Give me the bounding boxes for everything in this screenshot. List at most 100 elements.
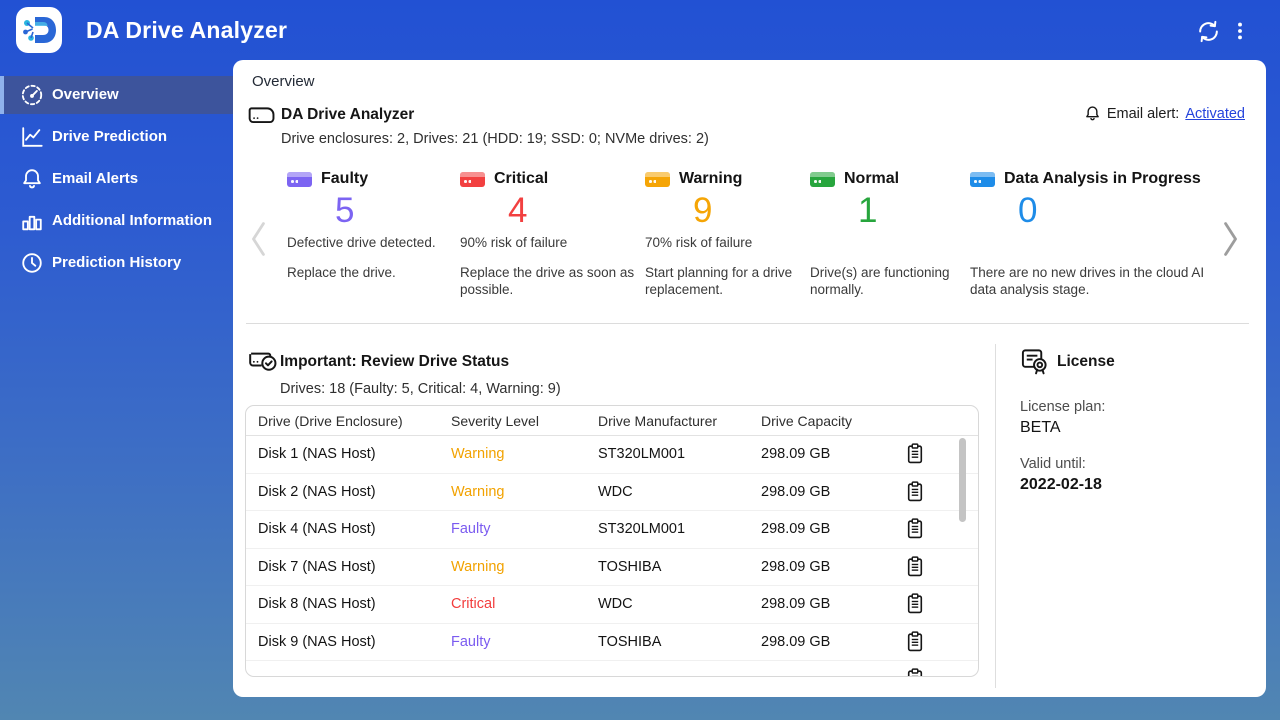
column-header-drive-capacity: Drive Capacity xyxy=(761,413,853,429)
bell-icon xyxy=(1084,105,1101,122)
table-row: Disk 2 (NAS Host) Warning WDC 298.09 GB xyxy=(246,474,978,511)
status-card-critical: Critical 4 90% risk of failure Replace the … xyxy=(460,168,645,328)
email-alert-label: Email alert: xyxy=(1106,105,1180,122)
refresh-button[interactable] xyxy=(1194,17,1222,45)
sidebar-item-overview[interactable]: Overview xyxy=(0,76,233,114)
table-row-partial xyxy=(246,661,978,676)
carousel-next-button[interactable] xyxy=(1219,218,1243,260)
status-card-warning: Warning 9 70% risk of failure Start plannin… xyxy=(645,168,810,328)
clipboard-details-button[interactable] xyxy=(906,443,926,465)
cell-capacity: 298.09 GB xyxy=(761,596,831,613)
sidebar-item-drive-prediction[interactable]: Drive Prediction xyxy=(0,118,233,156)
status-card-description: 90% risk of failure xyxy=(460,235,568,250)
drive-status-icon xyxy=(645,171,670,187)
carousel-prev-button[interactable] xyxy=(248,218,272,260)
status-card-title: Data Analysis in Progress xyxy=(1004,170,1201,187)
breadcrumb: Overview xyxy=(252,73,315,90)
hero-subtitle: Drive enclosures: 2, Drives: 21 (HDD: 19… xyxy=(281,131,709,147)
cell-manufacturer: WDC xyxy=(598,483,633,500)
clipboard-details-button[interactable] xyxy=(906,556,926,578)
status-card-note: Drive(s) are functioning normally. xyxy=(810,265,950,297)
cell-manufacturer: WDC xyxy=(598,596,633,613)
table-row: Disk 7 (NAS Host) Warning TOSHIBA 298.09 GB xyxy=(246,549,978,586)
email-alert-activated-link[interactable]: Activated xyxy=(1185,106,1245,122)
cell-capacity: 298.09 GB xyxy=(761,558,831,575)
clipboard-details-button[interactable] xyxy=(906,668,926,676)
status-card-note: There are no new drives in the cloud AI … xyxy=(970,265,1205,297)
cell-drive: Disk 1 (NAS Host) xyxy=(258,446,376,463)
status-card-faulty: Faulty 5 Defective drive detected. Replace … xyxy=(287,168,460,328)
section-divider xyxy=(246,323,1249,324)
cell-manufacturer: ST320LM001 xyxy=(598,521,686,538)
cell-drive: Disk 2 (NAS Host) xyxy=(258,483,376,500)
license-plan-label: License plan: xyxy=(1020,399,1106,415)
clipboard-details-button[interactable] xyxy=(906,631,926,653)
cell-drive: Disk 8 (NAS Host) xyxy=(258,596,376,613)
status-card-count: 9 xyxy=(693,191,713,230)
column-header-drive-manufacturer: Drive Manufacturer xyxy=(598,413,718,429)
sidebar-item-prediction-history[interactable]: Prediction History xyxy=(0,244,233,282)
hero-title: DA Drive Analyzer xyxy=(281,106,415,123)
status-card-count: 4 xyxy=(508,191,528,230)
sidebar-nav: Overview Drive Prediction Email Alerts Addi… xyxy=(0,60,233,720)
cell-capacity: 298.09 GB xyxy=(761,446,831,463)
drive-table-body: Disk 1 (NAS Host) Warning ST320LM001 298.09… xyxy=(246,436,978,676)
table-row: Disk 4 (NAS Host) Faulty ST320LM001 298.09 … xyxy=(246,511,978,549)
sidebar-item-label: Drive Prediction xyxy=(52,128,168,145)
cell-manufacturer: TOSHIBA xyxy=(598,558,662,575)
app-header: DA Drive Analyzer xyxy=(0,0,1280,60)
sidebar-item-label: Additional Information xyxy=(52,212,212,229)
kebab-menu-button[interactable] xyxy=(1226,17,1254,45)
sidebar-item-label: Email Alerts xyxy=(52,170,139,187)
review-subtitle: Drives: 18 (Faulty: 5, Critical: 4, Warn… xyxy=(280,381,561,397)
column-header-severity-level: Severity Level xyxy=(451,413,539,429)
drive-status-icon xyxy=(970,171,995,187)
email-alert-status: Email alert: Activated xyxy=(1084,105,1245,122)
clipboard-details-button[interactable] xyxy=(906,593,926,615)
status-card-normal: Normal 1 Drive(s) are functioning normally… xyxy=(810,168,970,328)
cell-severity: Faulty xyxy=(451,521,491,538)
status-card-title: Normal xyxy=(844,170,900,187)
cell-capacity: 298.09 GB xyxy=(761,483,831,500)
table-scrollbar-thumb[interactable] xyxy=(959,438,966,522)
cell-drive: Disk 9 (NAS Host) xyxy=(258,633,376,650)
license-title: License xyxy=(1057,353,1115,370)
sidebar-item-additional-information[interactable]: Additional Information xyxy=(0,202,233,240)
bell-icon xyxy=(20,167,44,191)
cell-severity: Faulty xyxy=(451,633,491,650)
line-chart-icon xyxy=(20,125,44,149)
license-valid-value: 2022-02-18 xyxy=(1020,476,1102,493)
sidebar-item-label: Prediction History xyxy=(52,254,182,271)
table-row: Disk 9 (NAS Host) Faulty TOSHIBA 298.09 GB xyxy=(246,624,978,661)
status-card-title: Warning xyxy=(679,170,743,187)
cell-drive: Disk 4 (NAS Host) xyxy=(258,521,376,538)
drive-status-icon xyxy=(810,171,835,187)
status-cards-row: Faulty 5 Defective drive detected. Replace … xyxy=(287,168,1238,328)
clipboard-details-button[interactable] xyxy=(906,481,926,503)
status-card-title: Critical xyxy=(494,170,549,187)
status-card-description: 70% risk of failure xyxy=(645,235,753,250)
drive-icon xyxy=(247,104,277,131)
column-header-drive-drive-enclosure: Drive (Drive Enclosure) xyxy=(258,413,403,429)
cell-capacity: 298.09 GB xyxy=(761,633,831,650)
clock-icon xyxy=(20,251,44,275)
license-divider xyxy=(995,344,996,688)
sidebar-item-label: Overview xyxy=(52,86,119,103)
table-row: Disk 1 (NAS Host) Warning ST320LM001 298.09… xyxy=(246,436,978,474)
cell-manufacturer: TOSHIBA xyxy=(598,633,662,650)
license-plan-value: BETA xyxy=(1020,419,1061,436)
sidebar-item-email-alerts[interactable]: Email Alerts xyxy=(0,160,233,198)
clipboard-details-button[interactable] xyxy=(906,518,926,540)
drive-status-icon xyxy=(287,171,312,187)
drive-table-header: Drive (Drive Enclosure) Severity Level Dri… xyxy=(246,406,978,436)
cell-drive: Disk 7 (NAS Host) xyxy=(258,558,376,575)
status-card-count: 5 xyxy=(335,191,355,230)
status-card-description: Defective drive detected. xyxy=(287,235,436,250)
status-card-count: 1 xyxy=(858,191,878,230)
review-title: Important: Review Drive Status xyxy=(280,353,510,370)
gauge-icon xyxy=(20,83,44,107)
main-panel: Overview DA Drive Analyzer Drive enclosu… xyxy=(233,60,1266,697)
drive-table: Drive (Drive Enclosure) Severity Level Dri… xyxy=(245,405,979,677)
app-title: DA Drive Analyzer xyxy=(86,17,288,43)
drive-status-icon xyxy=(460,171,485,187)
